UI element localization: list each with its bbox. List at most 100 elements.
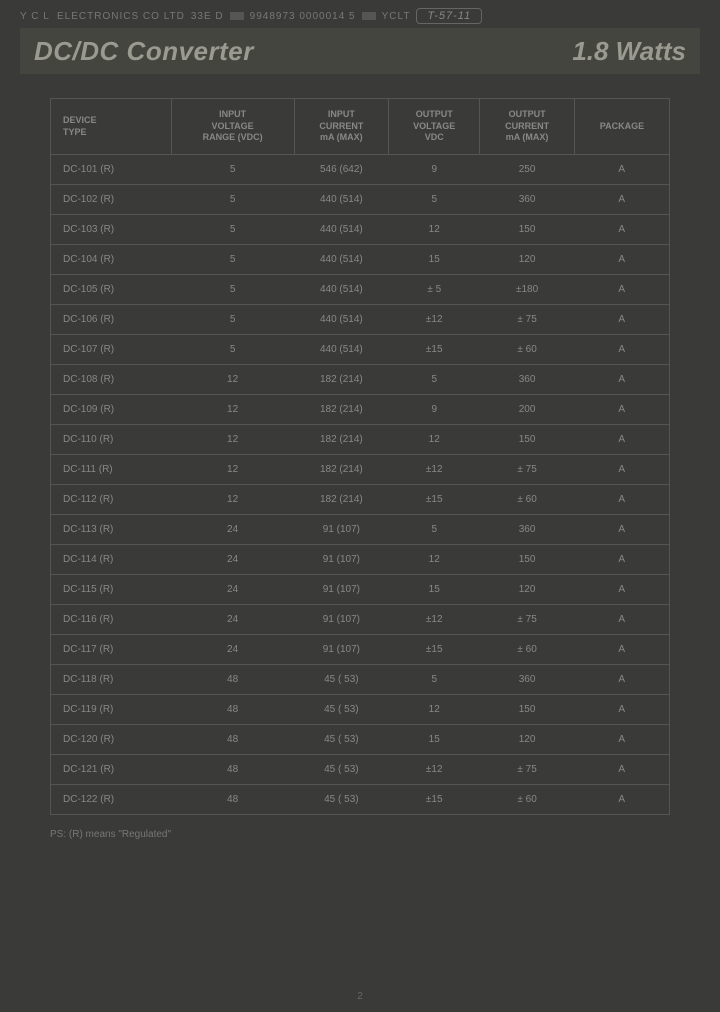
table-row: DC-114 (R)2491 (107)12150A	[51, 545, 670, 575]
table-cell: ±12	[389, 305, 480, 335]
table-cell: ± 5	[389, 275, 480, 305]
table-cell: A	[574, 485, 669, 515]
table-cell: 45 ( 53)	[294, 785, 389, 815]
table-cell: 15	[389, 725, 480, 755]
table-cell: 12	[171, 455, 294, 485]
table-cell: A	[574, 545, 669, 575]
table-cell: DC-111 (R)	[51, 455, 172, 485]
table-cell: 150	[480, 215, 575, 245]
table-cell: 150	[480, 545, 575, 575]
table-cell: 150	[480, 425, 575, 455]
table-cell: 250	[480, 155, 575, 185]
table-row: DC-119 (R)4845 ( 53)12150A	[51, 695, 670, 725]
table-cell: 12	[171, 485, 294, 515]
col-device-type: DEVICETYPE	[51, 99, 172, 155]
table-cell: 120	[480, 575, 575, 605]
table-cell: 45 ( 53)	[294, 725, 389, 755]
table-cell: 15	[389, 245, 480, 275]
table-cell: ±180	[480, 275, 575, 305]
table-cell: DC-115 (R)	[51, 575, 172, 605]
table-cell: 440 (514)	[294, 275, 389, 305]
company-name: Y C L ELECTRONICS CO LTD	[20, 11, 185, 22]
table-row: DC-120 (R)4845 ( 53)15120A	[51, 725, 670, 755]
table-cell: ±15	[389, 785, 480, 815]
table-cell: 200	[480, 395, 575, 425]
title-bar: DC/DC Converter 1.8 Watts	[20, 28, 700, 74]
table-cell: A	[574, 515, 669, 545]
col-output-voltage: OUTPUTVOLTAGEVDC	[389, 99, 480, 155]
table-cell: 360	[480, 185, 575, 215]
table-cell: ± 75	[480, 605, 575, 635]
table-cell: ± 75	[480, 755, 575, 785]
spec-table: DEVICETYPE INPUTVOLTAGERANGE (VDC) INPUT…	[50, 98, 670, 815]
col-input-voltage: INPUTVOLTAGERANGE (VDC)	[171, 99, 294, 155]
table-cell: A	[574, 665, 669, 695]
table-cell: 12	[171, 425, 294, 455]
table-cell: 12	[389, 545, 480, 575]
table-cell: 5	[171, 305, 294, 335]
table-body: DC-101 (R)5546 (642)9250ADC-102 (R)5440 …	[51, 155, 670, 815]
table-cell: 5	[171, 245, 294, 275]
table-row: DC-117 (R)2491 (107)±15± 60A	[51, 635, 670, 665]
table-cell: 48	[171, 755, 294, 785]
table-cell: DC-117 (R)	[51, 635, 172, 665]
page-number: 2	[0, 991, 720, 1002]
table-cell: 24	[171, 605, 294, 635]
table-row: DC-109 (R)12182 (214)9200A	[51, 395, 670, 425]
table-cell: A	[574, 785, 669, 815]
table-cell: 91 (107)	[294, 605, 389, 635]
table-cell: 182 (214)	[294, 425, 389, 455]
table-cell: 9	[389, 155, 480, 185]
table-cell: A	[574, 695, 669, 725]
table-cell: ± 60	[480, 485, 575, 515]
table-cell: ±12	[389, 605, 480, 635]
table-cell: 45 ( 53)	[294, 755, 389, 785]
block-icon	[362, 12, 376, 20]
table-cell: DC-106 (R)	[51, 305, 172, 335]
table-cell: A	[574, 275, 669, 305]
table-cell: 440 (514)	[294, 305, 389, 335]
table-cell: A	[574, 335, 669, 365]
table-cell: 45 ( 53)	[294, 695, 389, 725]
table-cell: 12	[389, 425, 480, 455]
table-cell: 360	[480, 515, 575, 545]
table-cell: DC-102 (R)	[51, 185, 172, 215]
title-right: 1.8 Watts	[572, 36, 686, 67]
table-row: DC-103 (R)5440 (514)12150A	[51, 215, 670, 245]
table-cell: 24	[171, 515, 294, 545]
table-cell: 182 (214)	[294, 365, 389, 395]
table-cell: 360	[480, 665, 575, 695]
table-cell: ±15	[389, 485, 480, 515]
table-cell: 12	[389, 695, 480, 725]
table-cell: DC-105 (R)	[51, 275, 172, 305]
table-row: DC-116 (R)2491 (107)±12± 75A	[51, 605, 670, 635]
table-row: DC-122 (R)4845 ( 53)±15± 60A	[51, 785, 670, 815]
table-cell: A	[574, 755, 669, 785]
col-input-current: INPUTCURRENTmA (MAX)	[294, 99, 389, 155]
table-cell: DC-107 (R)	[51, 335, 172, 365]
table-cell: 91 (107)	[294, 515, 389, 545]
table-cell: 150	[480, 695, 575, 725]
table-cell: 48	[171, 725, 294, 755]
table-cell: A	[574, 365, 669, 395]
table-cell: 5	[171, 185, 294, 215]
table-row: DC-105 (R)5440 (514)± 5±180A	[51, 275, 670, 305]
col-output-current: OUTPUTCURRENTmA (MAX)	[480, 99, 575, 155]
table-cell: 360	[480, 365, 575, 395]
table-header: DEVICETYPE INPUTVOLTAGERANGE (VDC) INPUT…	[51, 99, 670, 155]
table-cell: DC-112 (R)	[51, 485, 172, 515]
table-row: DC-107 (R)5440 (514)±15± 60A	[51, 335, 670, 365]
table-cell: A	[574, 185, 669, 215]
table-cell: ± 75	[480, 305, 575, 335]
table-row: DC-111 (R)12182 (214)±12± 75A	[51, 455, 670, 485]
table-cell: ± 75	[480, 455, 575, 485]
table-cell: DC-103 (R)	[51, 215, 172, 245]
spec-table-wrap: DEVICETYPE INPUTVOLTAGERANGE (VDC) INPUT…	[50, 98, 670, 815]
table-cell: ±12	[389, 455, 480, 485]
header-meta: Y C L ELECTRONICS CO LTD 33E D 9948973 0…	[20, 8, 700, 24]
code-1: 33E D	[191, 11, 224, 22]
table-cell: 91 (107)	[294, 635, 389, 665]
block-icon	[230, 12, 244, 20]
table-cell: A	[574, 605, 669, 635]
table-cell: ± 60	[480, 635, 575, 665]
